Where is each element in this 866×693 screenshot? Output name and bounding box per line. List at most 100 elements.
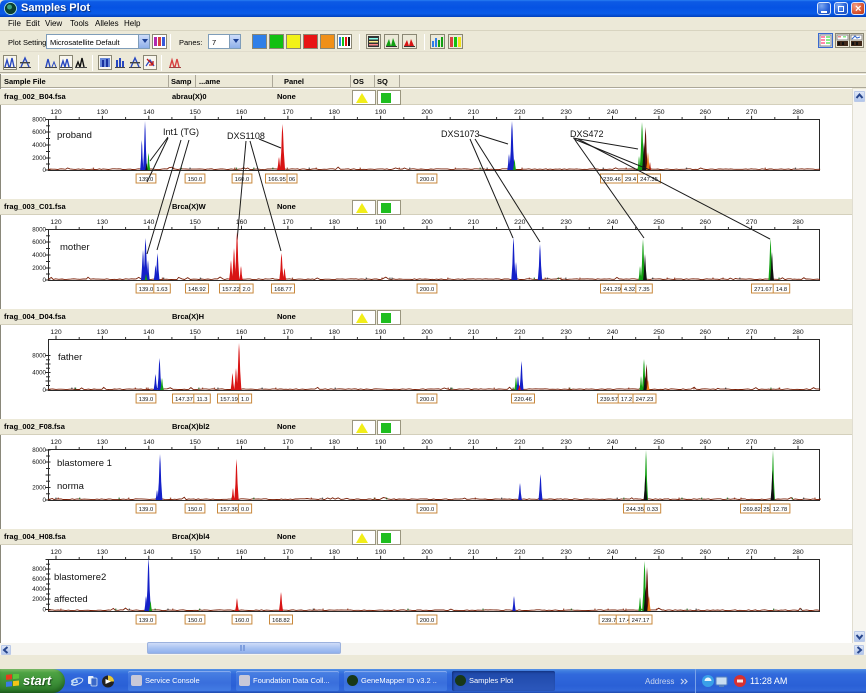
- svg-text:160: 160: [236, 109, 248, 116]
- svg-text:6000: 6000: [32, 576, 46, 583]
- svg-text:4000: 4000: [32, 142, 46, 149]
- svg-text:200.0: 200.0: [420, 507, 435, 513]
- svg-text:7.35: 7.35: [638, 287, 649, 293]
- svg-text:230: 230: [560, 109, 572, 116]
- svg-text:2000: 2000: [32, 596, 46, 603]
- svg-text:230: 230: [560, 329, 572, 336]
- svg-text:150.0: 150.0: [188, 507, 203, 513]
- svg-text:270: 270: [746, 219, 758, 226]
- svg-text:280: 280: [792, 219, 804, 226]
- svg-text:200: 200: [421, 219, 433, 226]
- svg-text:12.78: 12.78: [773, 507, 788, 513]
- svg-text:230: 230: [560, 549, 572, 556]
- svg-text:140: 140: [143, 109, 155, 116]
- svg-text:166.95: 166.95: [268, 177, 286, 183]
- svg-text:210: 210: [468, 219, 480, 226]
- svg-text:170: 170: [282, 549, 294, 556]
- svg-text:160.0: 160.0: [235, 618, 250, 624]
- svg-text:280: 280: [792, 549, 804, 556]
- svg-text:120: 120: [50, 439, 62, 446]
- svg-text:150: 150: [189, 219, 201, 226]
- svg-text:190: 190: [375, 329, 387, 336]
- svg-text:220: 220: [514, 549, 526, 556]
- svg-text:241.29: 241.29: [603, 287, 621, 293]
- svg-text:260: 260: [700, 219, 712, 226]
- svg-text:139.0: 139.0: [139, 397, 154, 403]
- svg-text:130: 130: [97, 109, 109, 116]
- svg-text:230: 230: [560, 439, 572, 446]
- svg-text:2000: 2000: [32, 265, 46, 272]
- svg-text:190: 190: [375, 219, 387, 226]
- svg-text:29.4: 29.4: [625, 177, 637, 183]
- svg-text:mother: mother: [60, 242, 90, 253]
- svg-text:239.46: 239.46: [603, 177, 621, 183]
- svg-text:139.0: 139.0: [139, 507, 154, 513]
- svg-text:247.35: 247.35: [640, 177, 658, 183]
- svg-text:210: 210: [468, 549, 480, 556]
- svg-text:240: 240: [607, 109, 619, 116]
- svg-text:210: 210: [468, 329, 480, 336]
- svg-text:120: 120: [50, 109, 62, 116]
- svg-text:160: 160: [236, 439, 248, 446]
- svg-text:270: 270: [746, 439, 758, 446]
- svg-text:150: 150: [189, 439, 201, 446]
- svg-text:180: 180: [329, 329, 341, 336]
- svg-text:200.0: 200.0: [420, 287, 435, 293]
- svg-text:280: 280: [792, 439, 804, 446]
- svg-text:120: 120: [50, 219, 62, 226]
- svg-text:220: 220: [514, 439, 526, 446]
- svg-text:220: 220: [514, 329, 526, 336]
- svg-text:270: 270: [746, 549, 758, 556]
- svg-text:4.32: 4.32: [624, 287, 635, 293]
- svg-text:170: 170: [282, 329, 294, 336]
- svg-text:11.3: 11.3: [197, 397, 208, 403]
- svg-text:200: 200: [421, 329, 433, 336]
- svg-text:220: 220: [514, 109, 526, 116]
- svg-text:240: 240: [607, 549, 619, 556]
- svg-text:190: 190: [375, 109, 387, 116]
- svg-text:210: 210: [468, 439, 480, 446]
- svg-text:157.19: 157.19: [220, 397, 238, 403]
- svg-text:6000: 6000: [32, 459, 46, 466]
- svg-text:260: 260: [700, 329, 712, 336]
- svg-text:0.0: 0.0: [241, 507, 249, 513]
- svg-text:250: 250: [653, 549, 665, 556]
- svg-text:06: 06: [289, 177, 295, 183]
- svg-text:139.0: 139.0: [139, 177, 154, 183]
- svg-text:168.82: 168.82: [272, 618, 290, 624]
- svg-text:160: 160: [236, 219, 248, 226]
- svg-text:230: 230: [560, 219, 572, 226]
- svg-text:0: 0: [43, 607, 47, 614]
- svg-text:8000: 8000: [32, 566, 46, 573]
- svg-text:157.22: 157.22: [222, 287, 240, 293]
- svg-text:148.92: 148.92: [188, 287, 206, 293]
- svg-text:170: 170: [282, 439, 294, 446]
- svg-text:180: 180: [329, 219, 341, 226]
- svg-text:8000: 8000: [32, 447, 46, 454]
- svg-text:120: 120: [50, 549, 62, 556]
- svg-text:blastomere 1: blastomere 1: [57, 458, 112, 469]
- svg-text:120: 120: [50, 329, 62, 336]
- svg-text:270: 270: [746, 109, 758, 116]
- svg-text:269.82: 269.82: [743, 507, 761, 513]
- svg-text:139.0: 139.0: [139, 287, 154, 293]
- svg-text:200.0: 200.0: [420, 618, 435, 624]
- svg-text:0: 0: [43, 387, 47, 394]
- svg-text:260: 260: [700, 549, 712, 556]
- svg-text:247.23: 247.23: [636, 397, 654, 403]
- svg-text:160: 160: [236, 549, 248, 556]
- svg-text:280: 280: [792, 329, 804, 336]
- svg-text:140: 140: [143, 549, 155, 556]
- svg-text:father: father: [58, 352, 82, 363]
- svg-text:4000: 4000: [32, 586, 46, 593]
- svg-text:4000: 4000: [32, 370, 46, 377]
- svg-text:147.37: 147.37: [175, 397, 193, 403]
- svg-text:affected: affected: [54, 594, 88, 605]
- svg-text:Int1 (TG): Int1 (TG): [163, 127, 199, 137]
- svg-text:160: 160: [236, 329, 248, 336]
- svg-text:190: 190: [375, 549, 387, 556]
- svg-text:220.46: 220.46: [514, 397, 532, 403]
- svg-text:150.0: 150.0: [188, 177, 203, 183]
- svg-text:240: 240: [607, 329, 619, 336]
- svg-text:260: 260: [700, 439, 712, 446]
